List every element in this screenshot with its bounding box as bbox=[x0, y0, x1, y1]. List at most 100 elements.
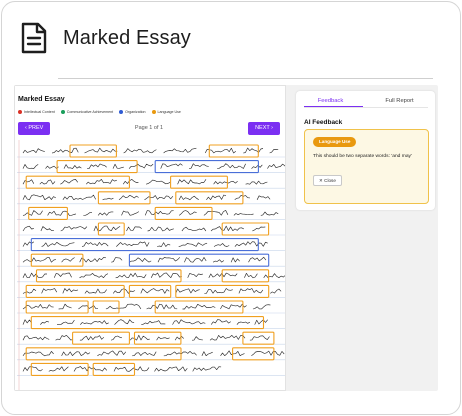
organization-highlight-box bbox=[30, 238, 259, 252]
handwritten-word bbox=[22, 164, 39, 169]
handwritten-word bbox=[22, 179, 35, 185]
handwritten-word bbox=[22, 241, 34, 247]
feedback-item-card: Language Use This should be two separate… bbox=[304, 129, 429, 204]
handwritten-word bbox=[80, 320, 109, 325]
handwritten-word bbox=[181, 226, 207, 232]
handwritten-word bbox=[217, 163, 246, 169]
handwritten-word bbox=[233, 213, 254, 216]
handwritten-word bbox=[260, 211, 279, 216]
handwritten-essay-image bbox=[17, 140, 285, 390]
handwritten-word bbox=[213, 243, 230, 247]
handwritten-word bbox=[178, 242, 208, 247]
handwritten-word bbox=[79, 273, 109, 279]
handwritten-word bbox=[22, 319, 32, 325]
handwritten-word bbox=[41, 288, 58, 294]
feedback-tabs: Feedback Full Report bbox=[296, 98, 435, 110]
handwritten-word bbox=[270, 288, 282, 294]
handwritten-word bbox=[122, 179, 139, 185]
handwritten-word bbox=[111, 257, 123, 263]
next-page-button[interactable]: NEXT › bbox=[248, 122, 280, 135]
handwritten-word bbox=[56, 319, 75, 325]
handwritten-word bbox=[115, 272, 147, 279]
handwritten-word bbox=[47, 210, 77, 216]
legend-dot bbox=[60, 110, 65, 114]
language-use-highlight-box bbox=[242, 331, 275, 345]
handwritten-word bbox=[191, 336, 203, 341]
handwritten-word bbox=[87, 163, 107, 169]
handwritten-word bbox=[160, 163, 183, 169]
handwritten-word bbox=[118, 194, 139, 201]
handwritten-word bbox=[128, 163, 154, 169]
tab-feedback[interactable]: Feedback bbox=[296, 98, 365, 104]
tab-full-report[interactable]: Full Report bbox=[365, 98, 434, 104]
handwritten-word bbox=[248, 256, 267, 263]
handwritten-word bbox=[206, 194, 227, 201]
handwritten-word bbox=[156, 336, 170, 341]
header-divider bbox=[58, 78, 433, 79]
handwritten-word bbox=[62, 194, 96, 201]
handwritten-word bbox=[121, 210, 140, 216]
handwritten-word bbox=[141, 320, 166, 325]
language-use-highlight-box bbox=[25, 300, 89, 314]
category-badge: Language Use bbox=[313, 137, 357, 147]
handwritten-word bbox=[163, 147, 197, 154]
document-icon bbox=[21, 22, 47, 54]
handwritten-word bbox=[22, 272, 48, 279]
handwritten-word bbox=[22, 225, 34, 232]
handwritten-word bbox=[52, 147, 79, 154]
language-use-highlight-box bbox=[69, 144, 117, 158]
feedback-text: This should be two separate words: 'and … bbox=[313, 154, 412, 159]
handwritten-word bbox=[129, 334, 150, 341]
handwritten-word bbox=[203, 210, 229, 216]
legend-item-organization: Organization bbox=[119, 110, 146, 114]
legend-item-communicative-achievement: Communicative Achievement bbox=[60, 110, 114, 114]
handwritten-word bbox=[189, 163, 209, 169]
handwritten-word bbox=[73, 366, 108, 372]
language-use-highlight-box bbox=[208, 144, 259, 158]
legend-label: Language Use bbox=[157, 110, 181, 114]
handwritten-word bbox=[60, 226, 88, 232]
handwritten-word bbox=[40, 320, 50, 325]
handwritten-word bbox=[85, 179, 117, 185]
handwritten-word bbox=[234, 241, 268, 247]
language-use-highlight-box bbox=[25, 347, 182, 361]
legend-label: Communicative Achievement bbox=[66, 110, 114, 114]
language-use-highlight-box bbox=[128, 284, 172, 298]
handwritten-word bbox=[192, 366, 222, 372]
handwritten-word bbox=[116, 241, 150, 247]
handwritten-word bbox=[48, 366, 69, 372]
legend-item-language-use: Language Use bbox=[151, 110, 181, 114]
handwritten-word bbox=[212, 259, 225, 263]
handwritten-word bbox=[267, 163, 285, 169]
language-use-highlight-box bbox=[92, 362, 136, 376]
handwritten-word bbox=[154, 366, 188, 372]
handwritten-word bbox=[150, 272, 182, 279]
handwritten-word bbox=[238, 288, 264, 294]
handwritten-word bbox=[132, 351, 157, 357]
handwritten-word bbox=[61, 257, 75, 263]
handwritten-word bbox=[22, 366, 43, 372]
handwritten-word bbox=[22, 351, 54, 357]
marked-essay-card: Marked Essay Marked Essay Intellectual C… bbox=[1, 1, 461, 415]
handwritten-word bbox=[93, 225, 121, 232]
category-legend: Intellectual Content Communicative Achie… bbox=[18, 110, 181, 114]
handwritten-word bbox=[208, 272, 238, 278]
tab-baseline bbox=[304, 107, 428, 108]
handwritten-word bbox=[39, 179, 56, 185]
handwritten-word bbox=[210, 225, 244, 232]
legend-label: Intellectual Content bbox=[24, 110, 55, 114]
handwritten-word bbox=[40, 226, 54, 232]
handwritten-word bbox=[269, 149, 279, 154]
close-button[interactable]: ✕ Close bbox=[313, 175, 342, 186]
essay-title: Marked Essay bbox=[18, 96, 65, 103]
handwritten-word bbox=[251, 350, 285, 357]
handwritten-word bbox=[177, 179, 207, 185]
handwritten-word bbox=[112, 163, 124, 169]
page-title: Marked Essay bbox=[63, 26, 191, 49]
handwritten-word bbox=[114, 319, 135, 325]
language-use-highlight-box bbox=[170, 175, 228, 189]
handwritten-word bbox=[144, 210, 174, 216]
handwritten-word bbox=[79, 257, 106, 263]
page-header: Marked Essay bbox=[20, 20, 191, 56]
language-use-highlight-box bbox=[92, 300, 120, 314]
